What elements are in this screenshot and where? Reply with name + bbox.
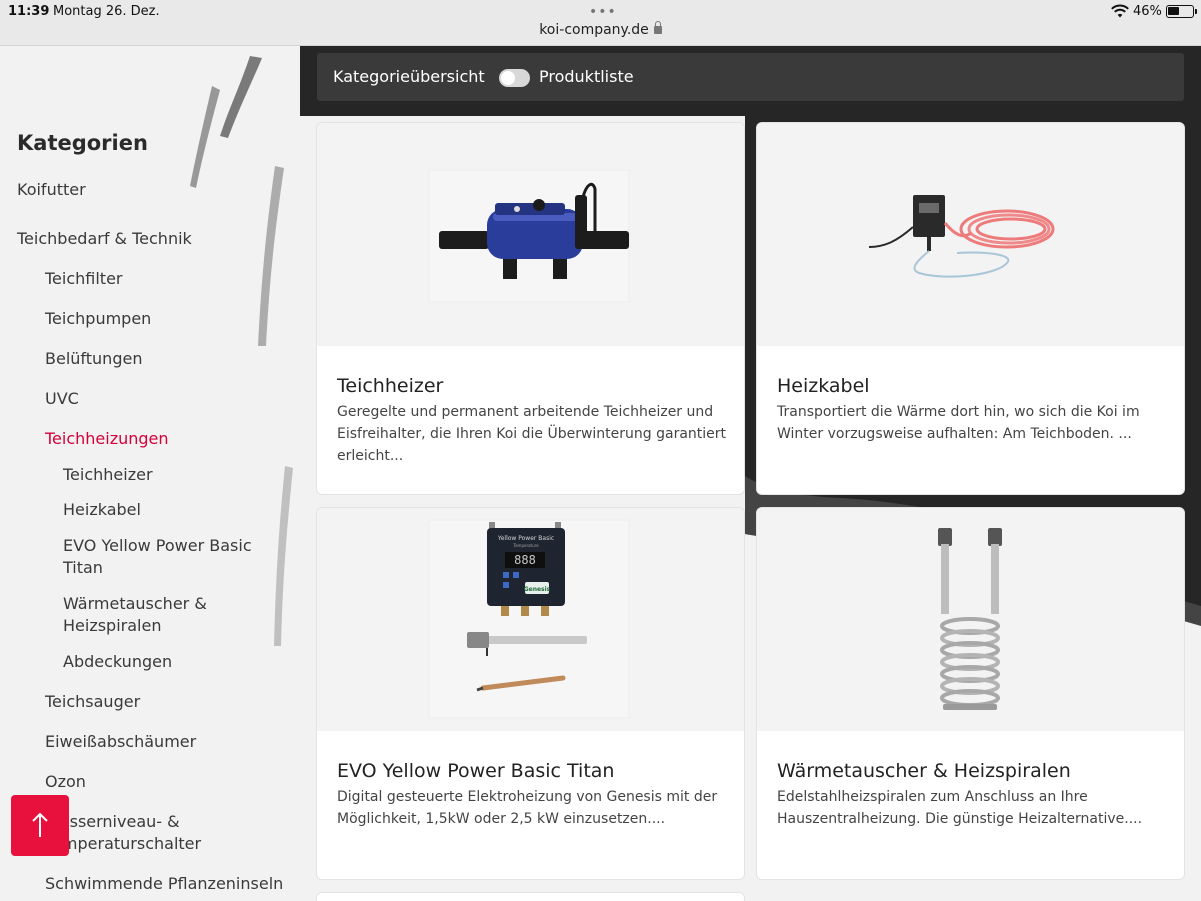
controller-display-digits: 888 — [514, 553, 536, 567]
sidebar-item-heizkabel[interactable]: Heizkabel — [63, 499, 303, 521]
category-card-evo-yellow-power-basic-titan[interactable]: Yellow Power Basic Temperature 888 Genes… — [317, 508, 744, 879]
category-card-heizkabel[interactable]: Heizkabel Transportiert die Wärme dort h… — [757, 123, 1184, 494]
heat-exchanger-coil-image — [938, 528, 1002, 710]
sidebar-item-eiweissabschaeumer[interactable]: Eiweißabschäumer — [45, 731, 285, 753]
sidebar-item-wasserniveau-temperaturschalter[interactable]: Wasserniveau- & Temperaturschalter — [45, 811, 225, 855]
sidebar-item-uvc[interactable]: UVC — [45, 388, 285, 410]
battery-percentage: 46% — [1133, 4, 1162, 19]
url-text: koi-company.de — [539, 22, 649, 38]
sidebar-item-teichheizer[interactable]: Teichheizer — [63, 464, 303, 486]
sidebar-item-ozon[interactable]: Ozon — [45, 771, 285, 793]
sidebar-item-koifutter[interactable]: Koifutter — [17, 179, 257, 201]
card-description: Transportiert die Wärme dort hin, wo sic… — [777, 404, 1140, 442]
category-card-teichheizer[interactable]: Teichheizer Geregelte und permanent arbe… — [317, 123, 744, 494]
category-card-partial[interactable] — [317, 893, 744, 901]
arrow-up-icon — [32, 812, 48, 837]
status-date: Montag 26. Dez. — [53, 4, 160, 19]
sidebar-title: Kategorien — [17, 131, 148, 155]
card-image — [757, 123, 1184, 346]
controller-brand-label: Yellow Power Basic — [497, 535, 554, 542]
category-card-waermetauscher-heizspiralen[interactable]: Wärmetauscher & Heizspiralen Edelstahlhe… — [757, 508, 1184, 879]
toggle-label-produktliste[interactable]: Produktliste — [539, 67, 634, 86]
card-image — [757, 508, 1184, 731]
sidebar-item-teichsauger[interactable]: Teichsauger — [45, 691, 285, 713]
sidebar-item-teichbedarf-technik[interactable]: Teichbedarf & Technik — [17, 228, 257, 250]
card-image: Yellow Power Basic Temperature 888 Genes… — [317, 508, 744, 731]
sidebar-item-teichfilter[interactable]: Teichfilter — [45, 268, 285, 290]
battery-icon — [1166, 5, 1197, 18]
controller-sub-label: Temperature — [512, 543, 539, 548]
url-bar[interactable]: koi-company.de — [0, 21, 1201, 38]
card-description: Geregelte und permanent arbeitende Teich… — [337, 404, 727, 464]
view-toggle-bar: Kategorieübersicht Produktliste — [317, 53, 1184, 101]
controller-brand-logo: Genesis — [524, 586, 551, 593]
card-description: Digital gesteuerte Elektroheizung von Ge… — [337, 789, 718, 827]
card-title: Teichheizer — [337, 375, 444, 397]
card-image — [317, 123, 744, 346]
sidebar-item-evo-yellow-power-basic-titan[interactable]: EVO Yellow Power Basic Titan — [63, 535, 263, 579]
heating-cable-image — [868, 195, 1055, 278]
sidebar-item-teichpumpen[interactable]: Teichpumpen — [45, 308, 285, 330]
card-title: Heizkabel — [777, 375, 870, 397]
wifi-icon — [1111, 4, 1129, 18]
multitask-dots-icon[interactable]: ••• — [589, 4, 617, 20]
card-title: Wärmetauscher & Heizspiralen — [777, 760, 1071, 782]
toggle-label-kategorieuebersicht[interactable]: Kategorieübersicht — [333, 67, 485, 86]
evo-heater-image: Yellow Power Basic Temperature 888 Genes… — [428, 519, 630, 719]
lock-icon — [653, 21, 662, 34]
sidebar-item-waermetauscher-heizspiralen[interactable]: Wärmetauscher & Heizspiralen — [63, 593, 233, 637]
sidebar-item-schwimmende-pflanzeninseln[interactable]: Schwimmende Pflanzeninseln — [45, 873, 295, 895]
sidebar-item-teichheizungen[interactable]: Teichheizungen — [45, 428, 285, 450]
status-time: 11:39 — [8, 4, 50, 19]
pond-heater-image — [428, 169, 630, 303]
toggle-knob — [501, 71, 515, 85]
card-description: Edelstahlheizspiralen zum Anschluss an I… — [777, 789, 1143, 827]
browser-status-bar: 11:39 Montag 26. Dez. ••• 46% koi-compan… — [0, 0, 1201, 46]
sidebar-item-belueftungen[interactable]: Belüftungen — [45, 348, 285, 370]
card-title: EVO Yellow Power Basic Titan — [337, 760, 615, 782]
sidebar-item-abdeckungen[interactable]: Abdeckungen — [63, 651, 303, 673]
scroll-to-top-button[interactable] — [11, 795, 69, 856]
view-toggle-switch[interactable] — [499, 69, 530, 87]
